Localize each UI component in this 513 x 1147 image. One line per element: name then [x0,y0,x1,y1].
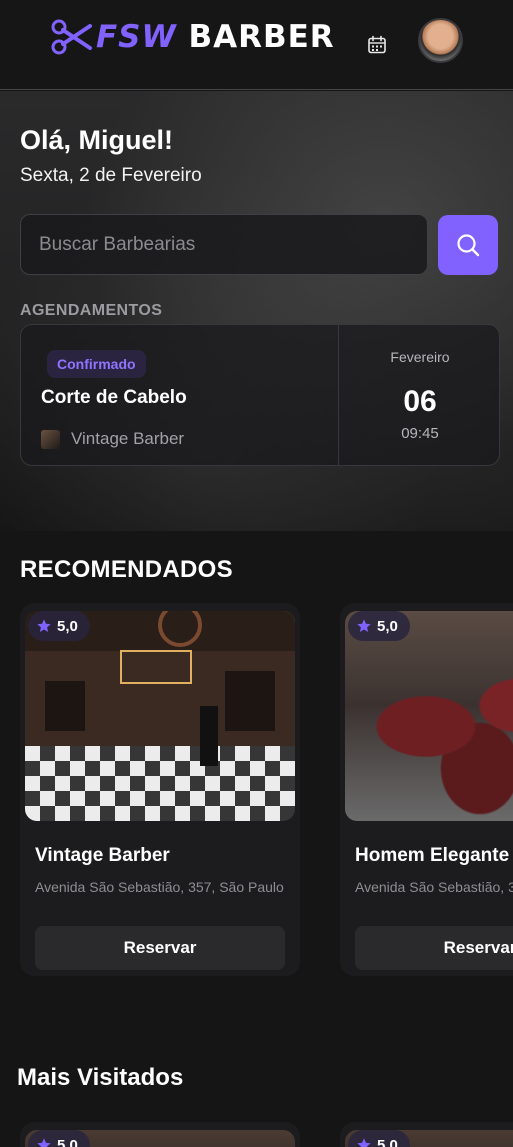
barbershop-card[interactable]: 5,0 Vintage Barber Avenida São Sebastião… [20,603,300,976]
booking-card[interactable]: Confirmado Corte de Cabelo Vintage Barbe… [20,324,500,466]
star-icon [357,1138,371,1147]
bookings-section-title: AGENDAMENTOS [20,302,163,319]
scissors-logo-icon [51,19,92,55]
rating-value: 5,0 [377,617,398,635]
app-header: FSW BARBER [0,0,513,90]
calendar-icon [368,35,386,54]
booking-shop-name: Vintage Barber [71,429,185,448]
booking-time: 09:45 [401,425,439,442]
barbershop-name: Homem Elegante [355,845,510,866]
barbershop-address: Avenida São Sebastião, 357, São Paulo [35,879,284,895]
barbershop-image [345,611,513,821]
star-icon [357,619,371,632]
barbershop-card[interactable]: 5,0 [340,1122,513,1147]
status-badge: Confirmado [47,350,146,378]
barbershop-card[interactable]: 5,0 Homem Elegante Avenida São Sebastião… [340,603,513,976]
current-date: Sexta, 2 de Fevereiro [20,165,202,186]
logo[interactable]: FSW BARBER [50,18,335,56]
booking-day: 06 [403,385,437,418]
rating-badge: 5,0 [348,1130,410,1147]
greeting-title: Olá, Miguel! [20,125,174,155]
user-avatar[interactable] [418,18,463,63]
booking-service: Corte de Cabelo [41,387,187,408]
search-icon [457,234,480,257]
most-visited-section-title: Mais Visitados [17,1064,184,1091]
logo-fsw: FSW [96,19,177,55]
barbershop-image [25,611,295,821]
rating-value: 5,0 [57,1136,78,1147]
barbershop-address: Avenida São Sebastião, 357, São Paulo [355,879,513,895]
barbershop-photo [25,611,295,821]
barbershop-name: Vintage Barber [35,845,170,866]
rating-badge: 5,0 [28,1130,90,1147]
rating-value: 5,0 [377,1136,398,1147]
home-page: FSW BARBER Olá, Miguel! Sexta, 2 de Feve… [0,0,513,1147]
search-input[interactable] [20,214,428,275]
calendar-button[interactable] [366,34,388,56]
star-icon [37,1138,51,1147]
reserve-button[interactable]: Reservar [35,926,285,970]
recommended-section-title: RECOMENDADOS [20,556,233,583]
barbershop-thumbnail [41,430,60,449]
rating-badge: 5,0 [28,611,90,641]
reserve-button[interactable]: Reservar [355,926,513,970]
star-icon [37,619,51,632]
rating-badge: 5,0 [348,611,410,641]
booking-month: Fevereiro [390,349,450,365]
logo-barber: BARBER [188,19,335,55]
search-button[interactable] [438,215,498,275]
barbershop-card[interactable]: 5,0 [20,1122,300,1147]
rating-value: 5,0 [57,617,78,635]
logo-text: FSW BARBER [96,18,335,56]
